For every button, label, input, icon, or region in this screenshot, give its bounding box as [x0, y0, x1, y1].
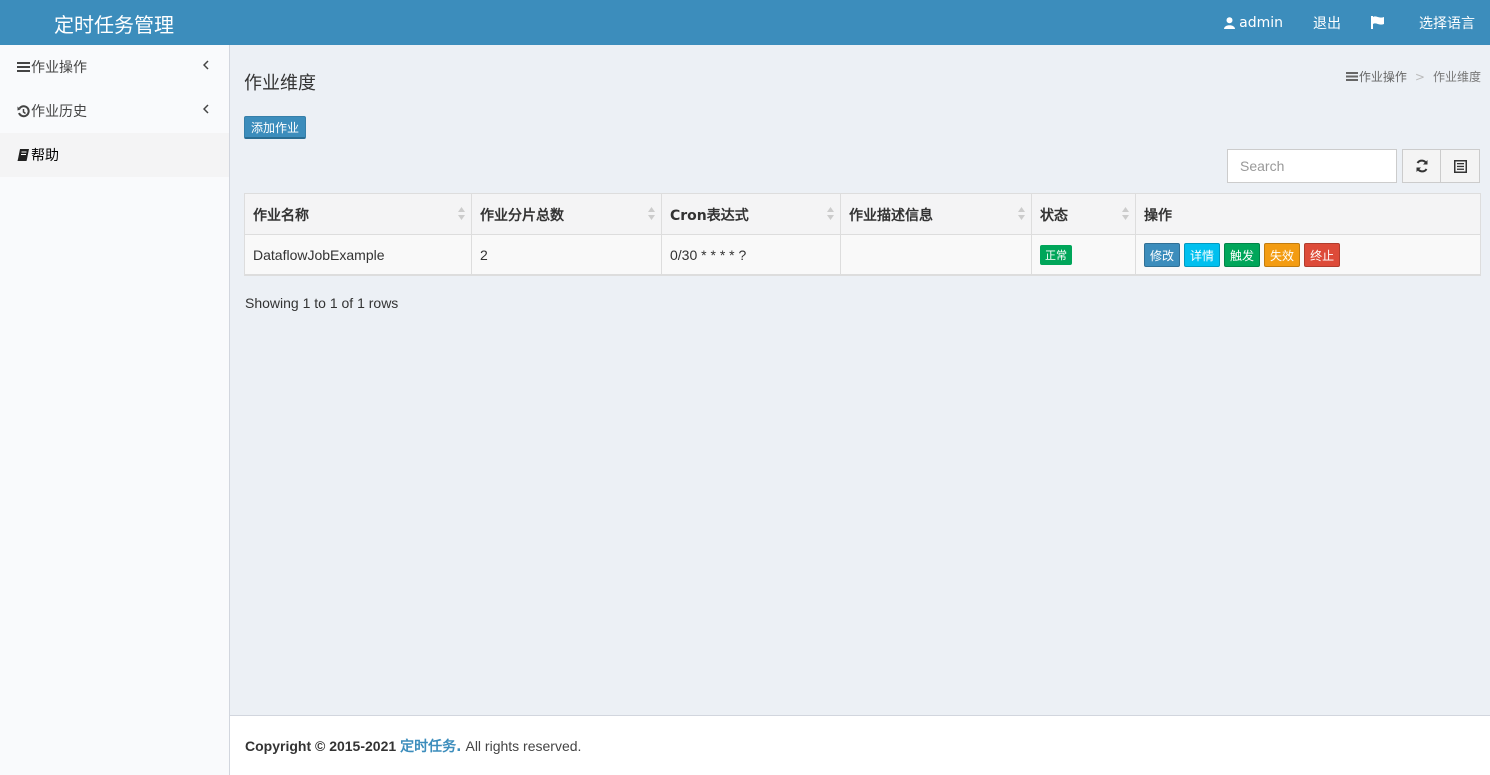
book-icon [17, 149, 30, 162]
column-header-label: 作业名称 [253, 207, 309, 224]
sort-icon [648, 207, 655, 220]
table-toolbar [1402, 149, 1480, 183]
status-badge: 正常 [1040, 245, 1072, 265]
column-header-status[interactable]: 状态 [1032, 194, 1136, 235]
add-job-button[interactable]: 添加作业 [244, 116, 307, 139]
flag-button[interactable] [1356, 0, 1404, 45]
sidebar-item-job-history[interactable]: 作业历史 [0, 89, 229, 133]
table-header: 作业名称 作业分片总数 Cron表达式 作业描述信息 状态 操作 [245, 194, 1480, 235]
breadcrumb-current: 作业维度 [1432, 70, 1481, 84]
top-nav-menu: admin 退出 选择语言 [1209, 0, 1490, 45]
columns-button[interactable] [1441, 149, 1480, 183]
app-title[interactable]: 定时任务管理 [54, 9, 174, 38]
cell-status: 正常 [1032, 235, 1136, 275]
detail-button[interactable]: 详情 [1184, 243, 1221, 267]
sort-icon [827, 207, 834, 220]
sidebar-item-job-operations[interactable]: 作业操作 [0, 45, 229, 89]
sidebar-item-label: 帮助 [31, 148, 59, 164]
refresh-button[interactable] [1402, 149, 1441, 183]
breadcrumb: 作业操作 > 作业维度 [1345, 68, 1481, 85]
page-title: 作业维度 [244, 73, 316, 94]
cell-cron: 0/30 * * * * ? [662, 235, 841, 275]
trigger-button[interactable]: 触发 [1224, 243, 1261, 267]
sort-icon [458, 207, 465, 220]
top-navbar: 定时任务管理 admin 退出 选择语言 [0, 0, 1490, 45]
sidebar-item-label: 作业历史 [31, 104, 87, 120]
breadcrumb-separator: > [1414, 69, 1425, 84]
cell-job-name: DataflowJobExample [245, 235, 472, 275]
table-row: DataflowJobExample 2 0/30 * * * * ? 正常 修… [245, 235, 1480, 275]
column-header-label: 作业描述信息 [849, 207, 933, 224]
breadcrumb-parent[interactable]: 作业操作 [1359, 68, 1407, 85]
footer: Copyright © 2015-2021 定时任务. All rights r… [230, 715, 1490, 775]
refresh-icon [1416, 159, 1427, 173]
column-header-shard-total[interactable]: 作业分片总数 [472, 194, 662, 235]
sidebar-item-help[interactable]: 帮助 [0, 133, 229, 177]
user-menu[interactable]: admin [1209, 0, 1298, 45]
list-icon [17, 61, 30, 74]
list-icon [1345, 72, 1358, 81]
user-icon [1224, 16, 1236, 29]
column-header-job-name[interactable]: 作业名称 [245, 194, 472, 235]
cell-shard-total: 2 [472, 235, 662, 275]
language-select[interactable]: 选择语言 [1404, 0, 1490, 45]
rights-text: All rights reserved. [465, 737, 582, 754]
logout-link[interactable]: 退出 [1298, 0, 1356, 45]
modify-button[interactable]: 修改 [1144, 243, 1181, 267]
main-content: 作业维度 作业操作 > 作业维度 添加作业 Search 作业名称 作业分片总数… [230, 45, 1490, 715]
sort-icon [1018, 207, 1025, 220]
flag-icon [1371, 16, 1384, 29]
sidebar-item-label: 作业操作 [31, 60, 87, 76]
column-header-actions: 操作 [1136, 194, 1480, 235]
shutdown-button[interactable]: 终止 [1304, 243, 1341, 267]
disable-button[interactable]: 失效 [1264, 243, 1301, 267]
user-name: admin [1239, 14, 1283, 31]
column-header-cron[interactable]: Cron表达式 [662, 194, 841, 235]
jobs-table: 作业名称 作业分片总数 Cron表达式 作业描述信息 状态 操作 Dataflo… [244, 193, 1481, 276]
copyright-text: Copyright © 2015-2021 [245, 737, 397, 754]
columns-icon [1453, 159, 1467, 173]
cell-description [841, 235, 1032, 275]
history-icon [17, 104, 30, 118]
pagination-info: Showing 1 to 1 of 1 rows [245, 295, 399, 311]
column-header-label: 作业分片总数 [480, 207, 564, 224]
sidebar: 作业操作 作业历史 帮助 [0, 45, 230, 775]
column-header-label: 状态 [1040, 207, 1068, 224]
search-input[interactable]: Search [1227, 149, 1397, 183]
sort-icon [1122, 207, 1129, 220]
cell-actions: 修改 详情 触发 失效 终止 [1136, 235, 1480, 275]
column-header-label: Cron表达式 [670, 207, 749, 224]
column-header-description[interactable]: 作业描述信息 [841, 194, 1032, 235]
chevron-left-icon [203, 104, 209, 114]
footer-brand-link[interactable]: 定时任务. [400, 736, 461, 756]
column-header-label: 操作 [1144, 207, 1172, 224]
chevron-left-icon [203, 60, 209, 70]
